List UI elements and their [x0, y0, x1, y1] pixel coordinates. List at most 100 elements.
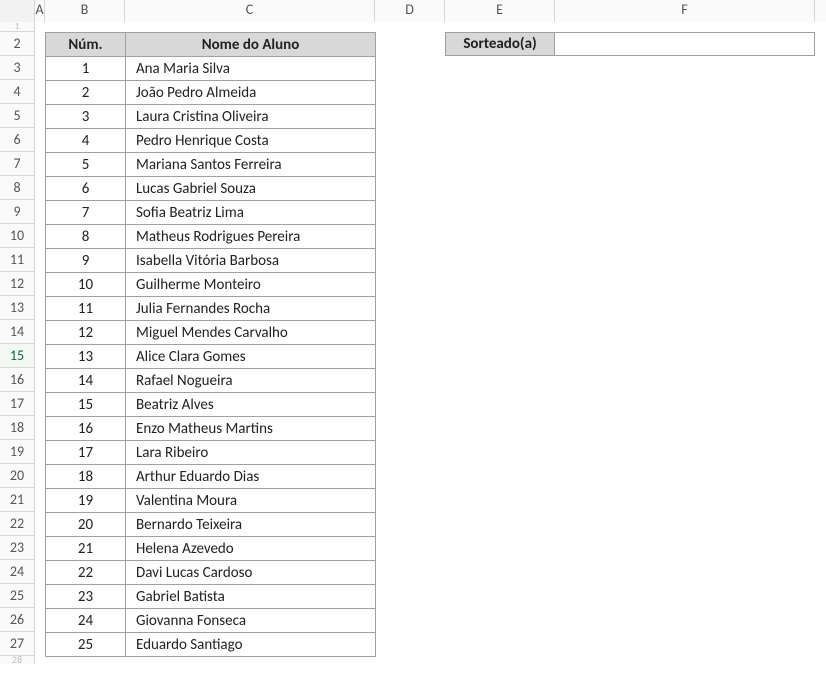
cell-name[interactable]: Valentina Moura — [126, 489, 376, 513]
cell-num[interactable]: 3 — [46, 105, 126, 129]
cell-num[interactable]: 7 — [46, 201, 126, 225]
cell-num[interactable]: 23 — [46, 585, 126, 609]
row-header-9[interactable]: 9 — [0, 200, 35, 224]
sorteado-value-cell[interactable] — [555, 32, 815, 56]
row-header-28[interactable]: 28 — [0, 656, 35, 664]
cell-num[interactable]: 6 — [46, 177, 126, 201]
table-row: 14Rafael Nogueira — [46, 369, 376, 393]
cell-name[interactable]: Pedro Henrique Costa — [126, 129, 376, 153]
cell-num[interactable]: 16 — [46, 417, 126, 441]
cell-name[interactable]: Davi Lucas Cardoso — [126, 561, 376, 585]
row-header-19[interactable]: 19 — [0, 440, 35, 464]
table-row: 19Valentina Moura — [46, 489, 376, 513]
cell-name[interactable]: Lucas Gabriel Souza — [126, 177, 376, 201]
row-header-21[interactable]: 21 — [0, 488, 35, 512]
cell-num[interactable]: 25 — [46, 633, 126, 657]
cell-name[interactable]: João Pedro Almeida — [126, 81, 376, 105]
table-row: 20Bernardo Teixeira — [46, 513, 376, 537]
row-header-22[interactable]: 22 — [0, 512, 35, 536]
row-header-18[interactable]: 18 — [0, 416, 35, 440]
row-header-3[interactable]: 3 — [0, 56, 35, 80]
cell-num[interactable]: 11 — [46, 297, 126, 321]
cell-name[interactable]: Rafael Nogueira — [126, 369, 376, 393]
row-header-5[interactable]: 5 — [0, 104, 35, 128]
grid-body[interactable]: 1234567891011121314151617181920212223242… — [0, 22, 826, 688]
cell-num[interactable]: 2 — [46, 81, 126, 105]
cell-num[interactable]: 15 — [46, 393, 126, 417]
header-num[interactable]: Núm. — [46, 33, 126, 57]
row-header-6[interactable]: 6 — [0, 128, 35, 152]
row-header-2[interactable]: 2 — [0, 32, 35, 56]
column-header-a[interactable]: A — [35, 0, 45, 22]
table-row: 6Lucas Gabriel Souza — [46, 177, 376, 201]
column-header-c[interactable]: C — [125, 0, 375, 22]
cell-name[interactable]: Helena Azevedo — [126, 537, 376, 561]
row-header-1[interactable]: 1 — [0, 22, 35, 32]
row-header-10[interactable]: 10 — [0, 224, 35, 248]
cell-num[interactable]: 19 — [46, 489, 126, 513]
row-header-11[interactable]: 11 — [0, 248, 35, 272]
row-header-23[interactable]: 23 — [0, 536, 35, 560]
cell-name[interactable]: Giovanna Fonseca — [126, 609, 376, 633]
column-header-b[interactable]: B — [45, 0, 125, 22]
row-header-column: 1234567891011121314151617181920212223242… — [0, 22, 35, 664]
row-header-20[interactable]: 20 — [0, 464, 35, 488]
cell-num[interactable]: 9 — [46, 249, 126, 273]
header-name[interactable]: Nome do Aluno — [126, 33, 376, 57]
row-header-15[interactable]: 15 — [0, 344, 35, 368]
row-header-24[interactable]: 24 — [0, 560, 35, 584]
row-header-26[interactable]: 26 — [0, 608, 35, 632]
table-row: 23Gabriel Batista — [46, 585, 376, 609]
column-header-d[interactable]: D — [375, 0, 445, 22]
cell-num[interactable]: 17 — [46, 441, 126, 465]
cell-name[interactable]: Lara Ribeiro — [126, 441, 376, 465]
cell-name[interactable]: Laura Cristina Oliveira — [126, 105, 376, 129]
column-header-e[interactable]: E — [445, 0, 555, 22]
cell-name[interactable]: Eduardo Santiago — [126, 633, 376, 657]
cell-name[interactable]: Matheus Rodrigues Pereira — [126, 225, 376, 249]
cell-name[interactable]: Guilherme Monteiro — [126, 273, 376, 297]
cell-name[interactable]: Bernardo Teixeira — [126, 513, 376, 537]
spreadsheet[interactable]: ABCDEF 123456789101112131415161718192021… — [0, 0, 826, 688]
select-all-corner[interactable] — [0, 0, 35, 22]
table-row: 16Enzo Matheus Martins — [46, 417, 376, 441]
cell-num[interactable]: 8 — [46, 225, 126, 249]
row-header-4[interactable]: 4 — [0, 80, 35, 104]
cell-name[interactable]: Enzo Matheus Martins — [126, 417, 376, 441]
cell-num[interactable]: 5 — [46, 153, 126, 177]
cell-name[interactable]: Gabriel Batista — [126, 585, 376, 609]
cell-name[interactable]: Beatriz Alves — [126, 393, 376, 417]
cell-num[interactable]: 14 — [46, 369, 126, 393]
column-header-f[interactable]: F — [555, 0, 815, 22]
cell-name[interactable]: Ana Maria Silva — [126, 57, 376, 81]
cell-num[interactable]: 18 — [46, 465, 126, 489]
cell-name[interactable]: Miguel Mendes Carvalho — [126, 321, 376, 345]
cell-num[interactable]: 13 — [46, 345, 126, 369]
cell-name[interactable]: Arthur Eduardo Dias — [126, 465, 376, 489]
cell-num[interactable]: 12 — [46, 321, 126, 345]
cell-num[interactable]: 20 — [46, 513, 126, 537]
cell-name[interactable]: Alice Clara Gomes — [126, 345, 376, 369]
row-header-12[interactable]: 12 — [0, 272, 35, 296]
cell-num[interactable]: 24 — [46, 609, 126, 633]
row-header-17[interactable]: 17 — [0, 392, 35, 416]
row-header-25[interactable]: 25 — [0, 584, 35, 608]
row-header-14[interactable]: 14 — [0, 320, 35, 344]
cell-num[interactable]: 4 — [46, 129, 126, 153]
row-header-7[interactable]: 7 — [0, 152, 35, 176]
cell-num[interactable]: 1 — [46, 57, 126, 81]
cell-num[interactable]: 10 — [46, 273, 126, 297]
sorteado-label-cell[interactable]: Sorteado(a) — [445, 32, 555, 56]
student-table-range: Núm. Nome do Aluno 1Ana Maria Silva2João… — [45, 32, 376, 657]
row-header-13[interactable]: 13 — [0, 296, 35, 320]
cell-name[interactable]: Julia Fernandes Rocha — [126, 297, 376, 321]
row-header-8[interactable]: 8 — [0, 176, 35, 200]
cell-name[interactable]: Sofia Beatriz Lima — [126, 201, 376, 225]
row-header-16[interactable]: 16 — [0, 368, 35, 392]
table-row: 9Isabella Vitória Barbosa — [46, 249, 376, 273]
cell-name[interactable]: Mariana Santos Ferreira — [126, 153, 376, 177]
cell-name[interactable]: Isabella Vitória Barbosa — [126, 249, 376, 273]
cells-area[interactable]: Núm. Nome do Aluno 1Ana Maria Silva2João… — [35, 22, 826, 688]
cell-num[interactable]: 22 — [46, 561, 126, 585]
cell-num[interactable]: 21 — [46, 537, 126, 561]
